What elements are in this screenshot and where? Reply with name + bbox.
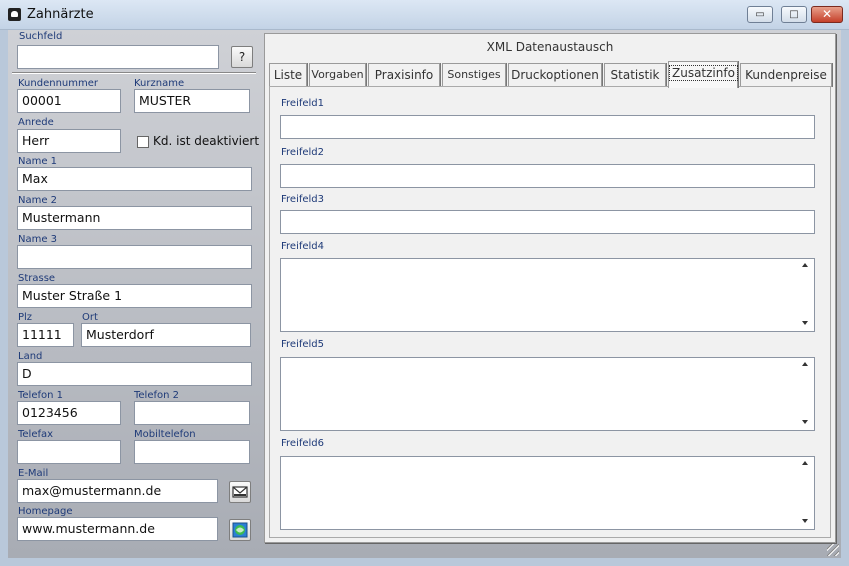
- search-help-button[interactable]: ?: [231, 46, 253, 68]
- scroll-down-icon[interactable]: [802, 420, 808, 424]
- freifeld4-textarea[interactable]: [280, 258, 815, 332]
- search-input[interactable]: [17, 45, 219, 69]
- freifeld6-textarea[interactable]: [280, 456, 815, 530]
- scroll-up-icon[interactable]: [802, 362, 808, 366]
- freifeld1-label: Freifeld1: [281, 98, 325, 109]
- freifeld5-scrollbar[interactable]: [798, 358, 814, 430]
- freifeld4-scrollbar[interactable]: [798, 259, 814, 331]
- plz-field[interactable]: 11111: [17, 323, 74, 347]
- tab-druckoptionen[interactable]: Druckoptionen: [508, 63, 602, 87]
- scroll-up-icon[interactable]: [802, 461, 808, 465]
- zusatzinfo-content: Freifeld1 Freifeld2 Freifeld3 Freifeld4 …: [269, 86, 831, 538]
- tab-statistik[interactable]: Statistik: [604, 63, 666, 87]
- tab-kundenpreise[interactable]: Kundenpreise: [740, 63, 832, 87]
- tab-panel: XML Datenaustausch Liste Vorgaben Praxis…: [264, 33, 836, 543]
- anrede-label: Anrede: [18, 117, 54, 128]
- globe-icon: [232, 522, 248, 538]
- telefon1-field[interactable]: 0123456: [17, 401, 121, 425]
- telefon2-field[interactable]: [134, 401, 250, 425]
- kurzname-field[interactable]: MUSTER: [134, 89, 250, 113]
- freifeld3-field[interactable]: [280, 210, 815, 234]
- freifeld3-label: Freifeld3: [281, 194, 325, 205]
- tab-liste[interactable]: Liste: [269, 63, 307, 87]
- mail-icon: [232, 486, 248, 498]
- deaktiviert-label: Kd. ist deaktiviert: [153, 134, 260, 148]
- kundennummer-field[interactable]: 00001: [17, 89, 121, 113]
- tab-zusatzinfo[interactable]: Zusatzinfo: [668, 61, 738, 88]
- freifeld2-label: Freifeld2: [281, 147, 325, 158]
- land-field[interactable]: D: [17, 362, 252, 386]
- send-email-button[interactable]: [229, 481, 251, 503]
- resize-grip-icon[interactable]: [827, 544, 839, 556]
- scroll-down-icon[interactable]: [802, 321, 808, 325]
- minimize-button[interactable]: ▭: [747, 6, 773, 23]
- window-client-area: Suchfeld ? Kundennummer 00001 Kurzname M…: [8, 30, 841, 558]
- freifeld6-scrollbar[interactable]: [798, 457, 814, 529]
- close-button[interactable]: ✕: [811, 6, 843, 23]
- scroll-up-icon[interactable]: [802, 263, 808, 267]
- freifeld4-label: Freifeld4: [281, 241, 325, 252]
- tab-praxisinfo[interactable]: Praxisinfo: [368, 63, 440, 87]
- maximize-button[interactable]: □: [781, 6, 807, 23]
- deaktiviert-checkbox[interactable]: [137, 136, 149, 148]
- telefax-field[interactable]: [17, 440, 121, 464]
- tab-sonstiges[interactable]: Sonstiges: [442, 63, 506, 87]
- freifeld5-textarea[interactable]: [280, 357, 815, 431]
- freifeld2-field[interactable]: [280, 164, 815, 188]
- search-separator: [12, 72, 256, 74]
- homepage-field[interactable]: www.mustermann.de: [17, 517, 218, 541]
- search-label: Suchfeld: [19, 31, 63, 42]
- freifeld5-label: Freifeld5: [281, 339, 325, 350]
- mobiltelefon-field[interactable]: [134, 440, 250, 464]
- tab-vorgaben[interactable]: Vorgaben: [309, 63, 366, 87]
- freifeld6-label: Freifeld6: [281, 438, 325, 449]
- title-bar: Zahnärzte ▭ □ ✕: [0, 0, 849, 30]
- scroll-down-icon[interactable]: [802, 519, 808, 523]
- ort-field[interactable]: Musterdorf: [81, 323, 251, 347]
- window-title: Zahnärzte: [27, 7, 94, 22]
- email-field[interactable]: max@mustermann.de: [17, 479, 218, 503]
- freifeld1-field[interactable]: [280, 115, 815, 139]
- strasse-field[interactable]: Muster Straße 1: [17, 284, 252, 308]
- tab-zusatzinfo-label: Zusatzinfo: [669, 65, 738, 81]
- open-homepage-button[interactable]: [229, 519, 251, 541]
- name3-field[interactable]: [17, 245, 252, 269]
- tab-strip: Liste Vorgaben Praxisinfo Sonstiges Druc…: [269, 61, 835, 88]
- anrede-field[interactable]: Herr: [17, 129, 121, 153]
- name2-field[interactable]: Mustermann: [17, 206, 252, 230]
- name1-field[interactable]: Max: [17, 167, 252, 191]
- xml-exchange-header[interactable]: XML Datenaustausch: [265, 34, 835, 60]
- app-tooth-icon: [8, 8, 21, 21]
